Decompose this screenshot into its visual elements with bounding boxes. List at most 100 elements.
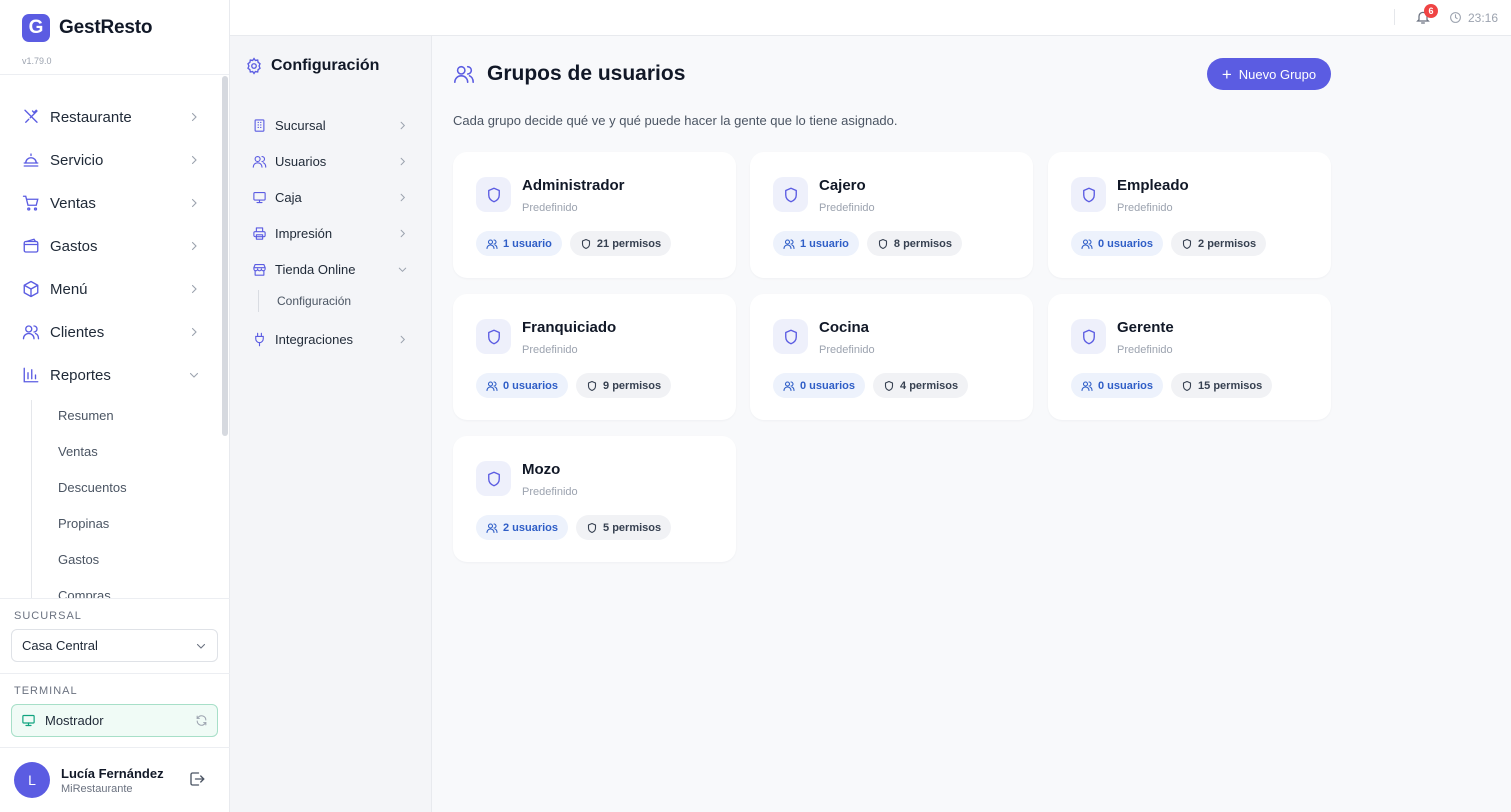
config-item-impresion[interactable]: Impresión	[252, 223, 408, 243]
sidebar-subitem-resumen[interactable]: Resumen	[58, 408, 114, 423]
sidebar-subitem-descuentos[interactable]: Descuentos	[58, 480, 127, 495]
refresh-icon[interactable]	[195, 714, 208, 727]
users-icon	[783, 380, 795, 392]
sidebar-subitem-propinas[interactable]: Propinas	[58, 516, 109, 531]
users-count: 0 usuarios	[1098, 379, 1154, 392]
chevron-down-icon	[188, 369, 200, 381]
group-name: Administrador	[522, 177, 625, 194]
user-org: MiRestaurante	[61, 783, 133, 795]
sidebar-subitem-ventas[interactable]: Ventas	[58, 444, 98, 459]
users-icon	[22, 323, 40, 341]
group-type: Predefinido	[1117, 344, 1173, 356]
bar-chart-icon	[22, 366, 40, 384]
group-card-administrador[interactable]: Administrador Predefinido 1 usuario 21 p…	[453, 152, 736, 278]
config-item-caja[interactable]: Caja	[252, 187, 408, 207]
group-type: Predefinido	[522, 486, 578, 498]
permissions-count-badge[interactable]: 4 permisos	[873, 373, 969, 398]
sidebar-item-ventas[interactable]: Ventas	[22, 191, 200, 215]
cloche-icon	[22, 151, 40, 169]
config-subitem-configuracion[interactable]: Configuración	[277, 294, 351, 308]
current-time: 23:16	[1468, 11, 1499, 25]
building-icon	[252, 118, 267, 133]
shield-icon	[773, 177, 808, 212]
main-sidebar: G GestResto v1.79.0 Restaurante Servicio…	[0, 0, 230, 812]
users-icon	[1081, 380, 1093, 392]
group-name: Cocina	[819, 319, 870, 336]
users-count-badge[interactable]: 2 usuarios	[476, 515, 569, 540]
group-card-empleado[interactable]: Empleado Predefinido 0 usuarios 2 permis…	[1048, 152, 1331, 278]
page-title: Grupos de usuarios	[487, 62, 686, 85]
brand[interactable]: G GestResto	[22, 14, 152, 42]
sidebar-item-gastos[interactable]: Gastos	[22, 234, 200, 258]
gear-icon	[245, 57, 263, 75]
terminal-select[interactable]: Mostrador	[11, 704, 218, 737]
shield-icon	[586, 522, 598, 534]
sidebar-item-label: Reportes	[50, 366, 111, 384]
users-count: 0 usuarios	[503, 379, 559, 392]
users-icon	[486, 238, 498, 250]
chevron-right-icon	[188, 326, 200, 338]
monitor-icon	[252, 190, 267, 205]
permissions-count-badge[interactable]: 8 permisos	[866, 231, 962, 256]
group-card-mozo[interactable]: Mozo Predefinido 2 usuarios 5 permisos	[453, 436, 736, 562]
users-count-badge[interactable]: 1 usuario	[476, 231, 562, 256]
config-item-usuarios[interactable]: Usuarios	[252, 151, 408, 171]
users-count: 1 usuario	[800, 237, 849, 250]
divider	[0, 598, 230, 599]
sidebar-subitem-compras[interactable]: Compras	[58, 588, 111, 598]
config-item-label: Caja	[275, 189, 302, 205]
group-card-gerente[interactable]: Gerente Predefinido 0 usuarios 15 permis…	[1048, 294, 1331, 420]
sidebar-subitem-gastos[interactable]: Gastos	[58, 552, 99, 567]
page-description: Cada grupo decide qué ve y qué puede hac…	[453, 113, 898, 128]
group-card-franquiciado[interactable]: Franquiciado Predefinido 0 usuarios 9 pe…	[453, 294, 736, 420]
users-count-badge[interactable]: 0 usuarios	[1071, 373, 1164, 398]
utensils-icon	[22, 108, 40, 126]
printer-icon	[252, 226, 267, 241]
config-item-sucursal[interactable]: Sucursal	[252, 115, 408, 135]
sidebar-item-label: Restaurante	[50, 108, 132, 126]
branch-select[interactable]: Casa Central	[11, 629, 218, 662]
logout-icon[interactable]	[188, 770, 208, 790]
users-count: 0 usuarios	[1098, 237, 1154, 250]
shield-icon	[586, 380, 598, 392]
group-card-cajero[interactable]: Cajero Predefinido 1 usuario 8 permisos	[750, 152, 1033, 278]
config-item-integraciones[interactable]: Integraciones	[252, 329, 408, 349]
sidebar-item-clientes[interactable]: Clientes	[22, 320, 200, 344]
sidebar-item-reportes[interactable]: Reportes	[22, 363, 200, 387]
sidebar-item-label: Servicio	[50, 151, 104, 169]
plus-icon: +	[1221, 64, 1232, 84]
avatar[interactable]: L	[14, 762, 50, 798]
permissions-count: 4 permisos	[900, 379, 959, 392]
sidebar-nav: Restaurante Servicio Ventas Gastos Menú …	[0, 96, 222, 598]
permissions-count-badge[interactable]: 15 permisos	[1171, 373, 1273, 398]
users-count-badge[interactable]: 0 usuarios	[1071, 231, 1164, 256]
sidebar-scrollbar[interactable]	[222, 76, 228, 436]
sidebar-item-restaurante[interactable]: Restaurante	[22, 105, 200, 129]
shield-icon	[877, 238, 889, 250]
submenu-rail	[31, 400, 32, 598]
config-item-label: Sucursal	[275, 117, 326, 133]
users-count-badge[interactable]: 0 usuarios	[773, 373, 866, 398]
users-count-badge[interactable]: 0 usuarios	[476, 373, 569, 398]
permissions-count-badge[interactable]: 5 permisos	[576, 515, 672, 540]
permissions-count-badge[interactable]: 9 permisos	[576, 373, 672, 398]
group-card-cocina[interactable]: Cocina Predefinido 0 usuarios 4 permisos	[750, 294, 1033, 420]
group-type: Predefinido	[522, 344, 578, 356]
permissions-count: 5 permisos	[603, 521, 662, 534]
users-count: 0 usuarios	[800, 379, 856, 392]
shield-icon	[476, 461, 511, 496]
shield-icon	[773, 319, 808, 354]
sidebar-item-menu[interactable]: Menú	[22, 277, 200, 301]
permissions-count-badge[interactable]: 2 permisos	[1171, 231, 1267, 256]
config-title: Configuración	[245, 57, 379, 75]
users-icon	[486, 522, 498, 534]
new-group-button[interactable]: + Nuevo Grupo	[1207, 58, 1331, 90]
divider	[0, 673, 230, 674]
group-name: Cajero	[819, 177, 866, 194]
config-item-tienda-online[interactable]: Tienda Online	[252, 259, 408, 279]
users-count-badge[interactable]: 1 usuario	[773, 231, 859, 256]
users-icon	[783, 238, 795, 250]
group-type: Predefinido	[1117, 202, 1173, 214]
permissions-count-badge[interactable]: 21 permisos	[569, 231, 672, 256]
sidebar-item-servicio[interactable]: Servicio	[22, 148, 200, 172]
